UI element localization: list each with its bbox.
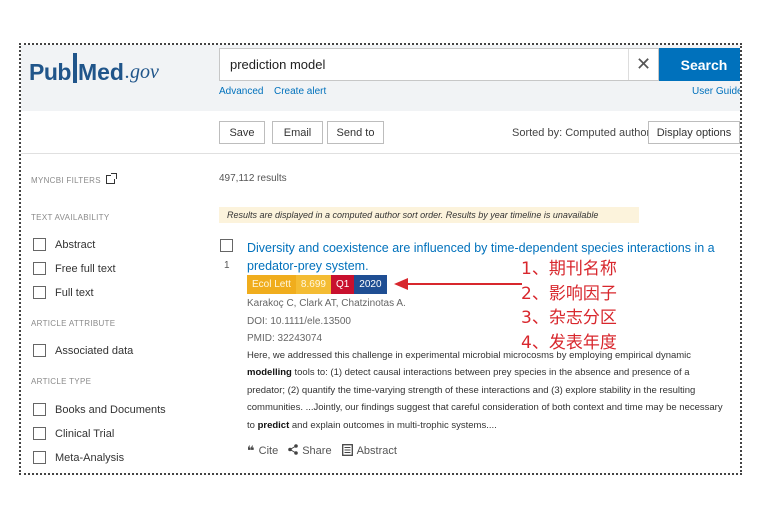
filter-label: Full text [55,286,94,299]
filter-checkbox[interactable] [33,451,46,464]
sort-label[interactable]: Sorted by: Computed author [512,127,650,139]
filter-checkbox[interactable] [33,286,46,299]
filter-label: Free full text [55,262,116,275]
result-doi: DOI: 10.1111/ele.13500 [247,316,351,327]
filter-label: Associated data [55,344,134,357]
search-button[interactable]: Search [659,48,740,81]
search-input[interactable] [220,49,628,80]
logo-gov: .gov [124,61,159,83]
logo-pub: Pub [29,59,71,85]
filter-checkbox[interactable] [33,403,46,416]
result-pmid: PMID: 32243074 [247,333,323,344]
journal-name-badge: Ecol Lett [247,275,296,294]
article-attribute-heading: ARTICLE ATTRIBUTE [31,319,116,328]
snippet-highlight: modelling [247,367,292,379]
myncbi-filters-label: MYNCBI FILTERS [31,176,101,185]
filter-abstract[interactable]: Abstract [33,238,95,251]
annotation-impact-factor: 2、影响因子 [521,284,617,304]
filter-label: Meta-Analysis [55,451,125,464]
abstract-label: Abstract [356,445,397,457]
document-icon [341,443,353,459]
close-icon[interactable]: ✕ [628,49,658,80]
share-label: Share [302,445,332,457]
quote-icon: ❝ [247,443,255,458]
result-checkbox[interactable] [220,239,233,252]
annotation-quartile: 3、杂志分区 [521,308,617,328]
share-icon [288,444,299,458]
email-button[interactable]: Email [272,121,323,144]
filter-free-full-text[interactable]: Free full text [33,262,116,275]
results-count: 497,112 results [219,173,287,184]
snippet-text: and explain outcomes in multi-trophic sy… [289,419,497,431]
create-alert-link[interactable]: Create alert [274,86,326,97]
logo-med: Med [77,59,124,85]
annotation-arrow-icon [394,278,522,290]
filter-clinical-trial[interactable]: Clinical Trial [33,427,114,440]
toolbar-divider [21,153,740,154]
cite-label: Cite [258,445,279,457]
save-button[interactable]: Save [219,121,265,144]
year-badge: 2020 [354,275,387,294]
pubmed-logo[interactable]: Pub Med .gov [29,51,159,85]
share-button[interactable]: Share [288,444,332,458]
sort-notice: Results are displayed in a computed auth… [219,207,639,223]
snippet-highlight: predict [257,419,290,431]
journal-badges: Ecol Lett 8.699 Q1 2020 [247,275,387,294]
annotation-journal-name: 1、期刊名称 [521,259,617,279]
result-number: 1 [224,260,230,271]
filter-checkbox[interactable] [33,427,46,440]
abstract-button[interactable]: Abstract [341,443,397,459]
logo-bookmark-icon [72,53,77,83]
result-actions: ❝ Cite Share Abstract [247,443,407,459]
filter-associated-data[interactable]: Associated data [33,344,133,357]
cite-button[interactable]: ❝ Cite [247,443,278,459]
annotation-year: 4、发表年度 [521,333,617,353]
filter-label: Books and Documents [55,403,166,416]
filter-checkbox[interactable] [33,344,46,357]
result-snippet: Here, we addressed this challenge in exp… [247,347,727,434]
filter-full-text[interactable]: Full text [33,286,94,299]
filter-label: Abstract [55,238,96,251]
filter-meta-analysis[interactable]: Meta-Analysis [33,451,124,464]
filter-checkbox[interactable] [33,262,46,275]
snippet-text: Here, we addressed this challenge in exp… [247,350,692,361]
myncbi-filters-heading[interactable]: MYNCBI FILTERS [31,173,117,185]
user-guide-link[interactable]: User Guide [692,86,740,97]
result-authors: Karakoç C, Clark AT, Chatzinotas A. [247,298,406,309]
external-link-icon[interactable] [105,173,117,184]
filter-checkbox[interactable] [33,238,46,251]
result-title-link[interactable]: Diversity and coexistence are influenced… [247,239,725,275]
impact-factor-badge: 8.699 [295,275,331,294]
send-to-button[interactable]: Send to [327,121,384,144]
advanced-link[interactable]: Advanced [219,86,263,97]
display-options-button[interactable]: Display options [648,121,740,144]
filter-books-and-documents[interactable]: Books and Documents [33,403,166,416]
text-availability-heading: TEXT AVAILABILITY [31,213,110,222]
article-type-heading: ARTICLE TYPE [31,377,92,386]
search-box: ✕ [219,48,659,81]
quartile-badge: Q1 [330,275,355,294]
pubmed-window: Pub Med .gov ✕ Search Advanced Create al… [19,43,742,475]
filter-label: Clinical Trial [55,427,115,440]
